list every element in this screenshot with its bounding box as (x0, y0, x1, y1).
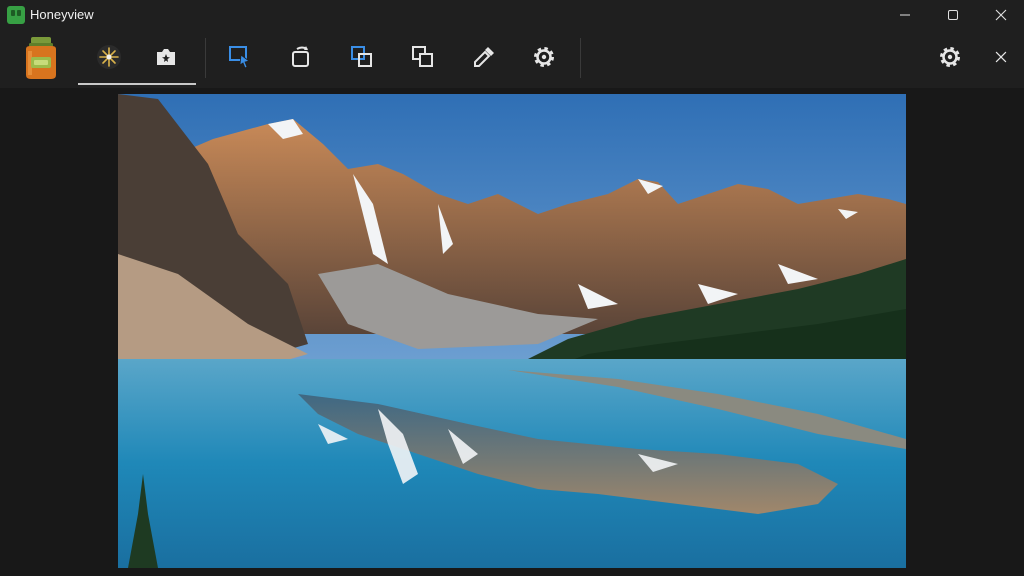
close-icon (995, 51, 1007, 63)
minimize-icon (900, 14, 910, 16)
sparkle-icon (97, 45, 121, 69)
app-title: Honeyview (30, 7, 94, 22)
close-icon (995, 9, 1007, 21)
maximize-button[interactable] (930, 0, 976, 30)
camera-icon (157, 49, 175, 65)
landscape-photo (118, 94, 906, 568)
app-icon (7, 6, 25, 24)
rotate-tool-button[interactable] (280, 36, 322, 78)
minimize-button[interactable] (882, 0, 928, 30)
copy-tool-button[interactable] (341, 36, 383, 78)
select-tool-button[interactable] (219, 36, 261, 78)
eyedropper-icon (474, 47, 494, 67)
image-viewer[interactable] (0, 88, 1024, 576)
copy-icon (351, 46, 372, 67)
sparkle-tool-button[interactable] (88, 36, 130, 78)
preferences-button[interactable] (929, 36, 971, 78)
cursor-select-icon (229, 46, 250, 69)
close-toolbar-button[interactable] (980, 36, 1022, 78)
close-button[interactable] (978, 0, 1024, 30)
honey-jar-icon[interactable] (20, 35, 62, 81)
gear-icon (940, 47, 960, 67)
active-tab-indicator (78, 83, 196, 85)
rotate-icon (292, 46, 309, 67)
title-bar: Honeyview (0, 0, 1024, 30)
toolbar (0, 30, 1024, 88)
toolbar-divider (205, 38, 206, 78)
gear-icon (534, 47, 554, 67)
eyedropper-tool-button[interactable] (463, 36, 505, 78)
toolbar-divider (580, 38, 581, 78)
camera-tool-button[interactable] (145, 36, 187, 78)
duplicate-icon (412, 46, 433, 67)
settings-tool-button[interactable] (523, 36, 565, 78)
duplicate-tool-button[interactable] (402, 36, 444, 78)
maximize-icon (948, 10, 958, 20)
